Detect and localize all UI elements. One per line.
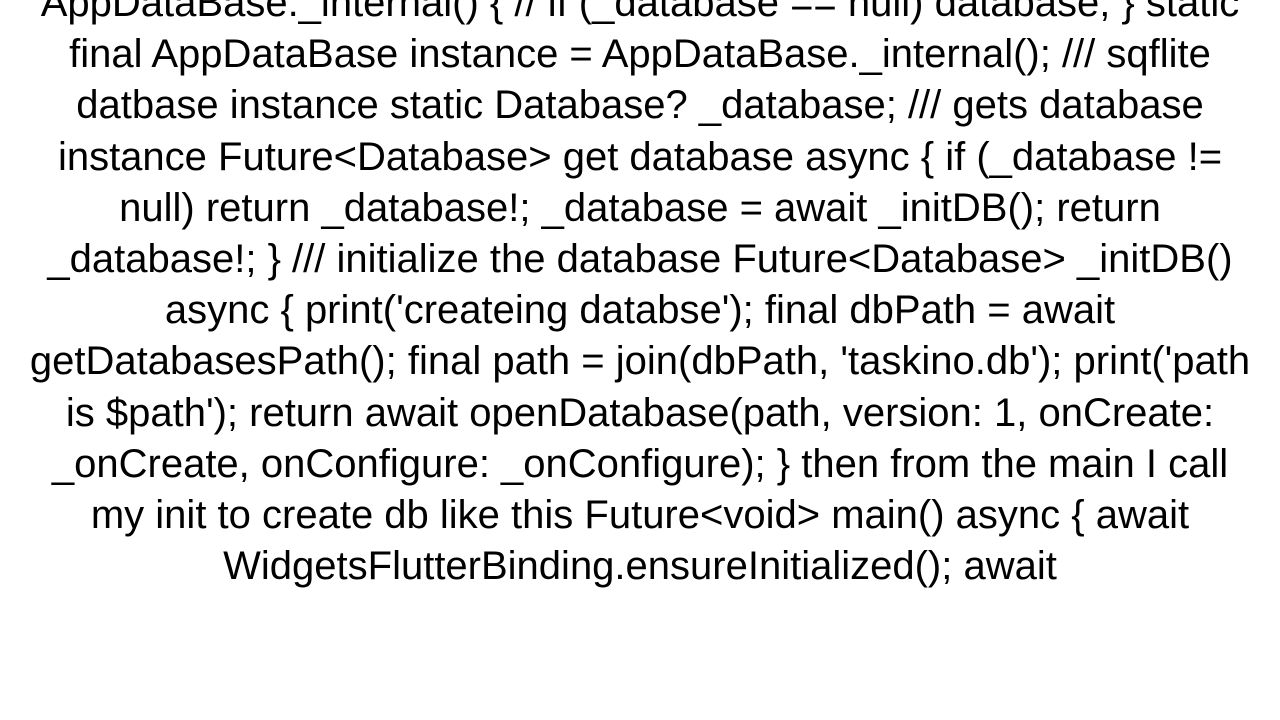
code-text-block: AppDataBase._internal() { // if (_databa… [20,0,1260,592]
document-content: AppDataBase._internal() { // if (_databa… [0,0,1280,720]
